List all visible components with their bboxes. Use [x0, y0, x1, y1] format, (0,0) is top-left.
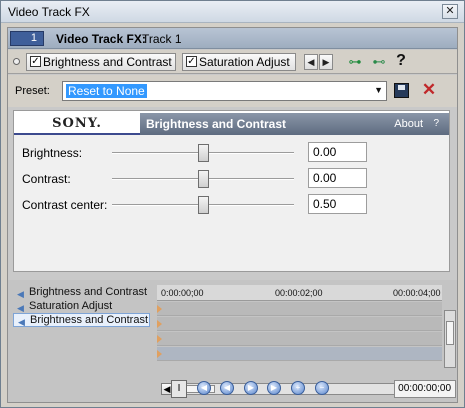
triangle-left-icon: ◀	[18, 317, 25, 327]
sync-cursor-icon[interactable]: I	[171, 380, 187, 398]
keyframe-timeline[interactable]: 0:00:00;00 00:00:02;00 00:00:04;00	[157, 285, 442, 385]
about-link[interactable]: About	[394, 118, 423, 130]
track-number-badge: 1	[10, 31, 44, 46]
fx-header-track-name: Track 1	[142, 32, 182, 46]
fx-dialog-body: 1 Video Track FX: Track 1 ✓ Brightness a…	[7, 27, 458, 403]
ruler-time-label: 00:00:04;00	[393, 288, 441, 298]
chevron-down-icon[interactable]: ▼	[374, 85, 383, 95]
checkbox-checked-icon[interactable]: ✓	[186, 56, 197, 67]
param-value-field[interactable]: 0.50	[308, 194, 367, 214]
fx-header-label: Video Track FX:	[56, 32, 146, 46]
keyframe-marker[interactable]	[157, 335, 162, 343]
save-preset-icon[interactable]	[394, 83, 409, 98]
delete-keyframe-icon[interactable]: −	[315, 381, 329, 395]
keyframe-lane[interactable]	[157, 302, 442, 316]
plugin-button-label: Saturation Adjust	[199, 55, 290, 69]
vertical-scrollbar[interactable]	[444, 310, 456, 368]
plugin-chain-bar: ✓ Brightness and Contrast ✓ Saturation A…	[8, 50, 457, 74]
keyframe-lane[interactable]	[157, 332, 442, 346]
delete-preset-icon[interactable]: ✕	[420, 80, 438, 100]
preset-value: Reset to None	[66, 84, 147, 98]
keyframe-marker[interactable]	[157, 320, 162, 328]
param-label: Contrast center:	[22, 198, 108, 212]
param-row-contrast: Contrast: 0.00	[14, 168, 449, 190]
preset-dropdown[interactable]: Reset to None ▼	[62, 81, 387, 101]
list-item[interactable]: ◀ Saturation Adjust	[13, 299, 150, 313]
param-row-brightness: Brightness: 0.00	[14, 142, 449, 164]
slider-thumb[interactable]	[198, 170, 209, 188]
plugin-title: Brightness and Contrast	[146, 117, 287, 131]
title-bar[interactable]: Video Track FX ✕	[1, 1, 464, 23]
param-value-field[interactable]: 0.00	[308, 168, 367, 188]
help-icon[interactable]: ?	[394, 52, 408, 70]
fx-header: 1 Video Track FX: Track 1	[8, 28, 457, 49]
plugin-title-bar: Brightness and Contrast About ?	[140, 113, 449, 135]
list-item-label: Brightness and Contrast	[29, 286, 148, 298]
last-keyframe-icon[interactable]: ▶	[267, 381, 281, 395]
param-label: Brightness:	[22, 146, 83, 160]
keyframe-lane[interactable]	[157, 317, 442, 331]
list-item[interactable]: ◀ Brightness and Contrast	[13, 285, 150, 299]
timeline-ruler[interactable]: 0:00:00;00 00:00:02;00 00:00:04;00	[157, 285, 442, 301]
preset-row: Preset: Reset to None ▼ ✕	[8, 75, 457, 107]
preset-label: Preset:	[15, 85, 50, 97]
prev-keyframe-icon[interactable]: ◀	[220, 381, 234, 395]
first-keyframe-icon[interactable]: ◀	[197, 381, 211, 395]
keyframe-lane[interactable]	[157, 347, 442, 361]
chain-scroll-left-button[interactable]: ◀	[304, 54, 318, 70]
next-keyframe-icon[interactable]: ▶	[244, 381, 258, 395]
sony-logo: SONY.	[14, 113, 140, 135]
list-item-label: Brightness and Contrast	[30, 314, 149, 326]
ruler-time-label: 0:00:00;00	[161, 288, 204, 298]
remove-plugin-icon[interactable]: ⊷	[370, 54, 388, 70]
window-title: Video Track FX	[8, 5, 90, 19]
keyframe-toolbar: I ◀ ◀ ▶ ▶ + − 00:00:00;00	[8, 378, 457, 400]
scrollbar-thumb[interactable]	[446, 321, 454, 345]
plugin-button-brightness-contrast[interactable]: ✓ Brightness and Contrast	[26, 53, 176, 71]
plugin-panel-header: SONY. Brightness and Contrast About ?	[14, 111, 449, 135]
plugin-button-label: Brightness and Contrast	[43, 55, 172, 69]
list-item-label: Saturation Adjust	[29, 300, 113, 312]
ruler-time-label: 00:00:02;00	[275, 288, 323, 298]
video-track-fx-window: Video Track FX ✕ 1 Video Track FX: Track…	[0, 0, 465, 408]
plugin-button-saturation-adjust[interactable]: ✓ Saturation Adjust	[182, 53, 296, 71]
plugin-chain-icon[interactable]: ⊶	[346, 54, 364, 70]
slider-thumb[interactable]	[198, 144, 209, 162]
param-row-contrast-center: Contrast center: 0.50	[14, 194, 449, 216]
plugin-panel: SONY. Brightness and Contrast About ? Br…	[13, 110, 450, 272]
cursor-timecode[interactable]: 00:00:00;00	[394, 380, 456, 398]
close-button[interactable]: ✕	[442, 4, 458, 19]
param-value-field[interactable]: 0.00	[308, 142, 367, 162]
keyframe-marker[interactable]	[157, 305, 162, 313]
add-keyframe-icon[interactable]: +	[291, 381, 305, 395]
checkbox-checked-icon[interactable]: ✓	[30, 56, 41, 67]
slider-thumb[interactable]	[198, 196, 209, 214]
chain-start-icon	[13, 58, 20, 65]
param-label: Contrast:	[22, 172, 71, 186]
keyframe-marker[interactable]	[157, 350, 162, 358]
keyframe-chain-list: ◀ Brightness and Contrast ◀ Saturation A…	[13, 285, 150, 377]
list-item[interactable]: ◀ Brightness and Contrast	[13, 313, 150, 327]
plugin-help-link[interactable]: ?	[433, 118, 439, 129]
chain-scroll-right-button[interactable]: ▶	[319, 54, 333, 70]
